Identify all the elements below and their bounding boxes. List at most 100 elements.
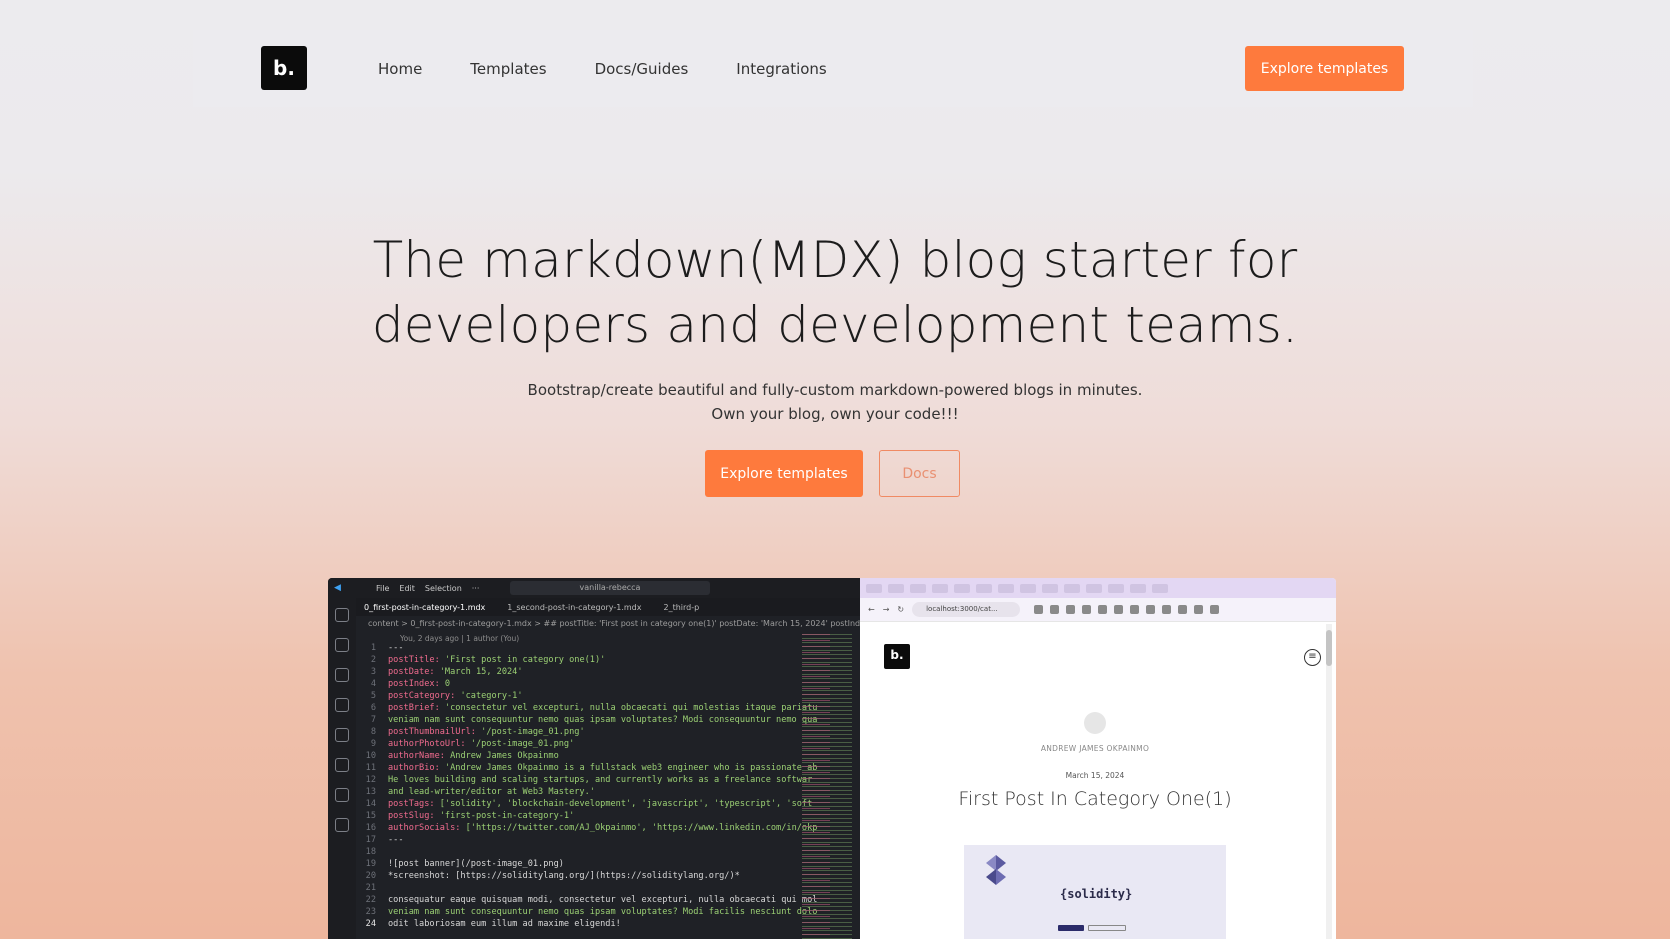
line-number: 2: [370, 655, 376, 665]
post-banner-image: {solidity}: [964, 845, 1226, 939]
line-text: authorPhotoUrl: '/post-image_01.png': [388, 738, 574, 750]
line-text: authorSocials: ['https://twitter.com/AJ_…: [388, 822, 817, 834]
author-avatar: [1084, 712, 1106, 734]
extension-icon: [1066, 605, 1076, 614]
browser-tab: [1108, 583, 1124, 593]
code-line: 21: [356, 882, 826, 894]
line-text: *screenshot: [https://soliditylang.org/]…: [388, 871, 740, 881]
line-number: 11: [365, 763, 376, 773]
line-text: postIndex: 0: [388, 678, 450, 690]
hero-explore-templates-button[interactable]: Explore templates: [705, 450, 863, 497]
browser-tab: [998, 583, 1014, 593]
browser-tab: [1020, 583, 1036, 593]
yaml-key: postThumbnailUrl:: [388, 727, 476, 737]
browser-mock: ← → ↻ localhost:3000/cat... b. ≡ ANDREW …: [860, 578, 1336, 939]
line-text: postThumbnailUrl: '/post-image_01.png': [388, 726, 585, 738]
line-text: postDate: 'March 15, 2024': [388, 666, 523, 678]
hero-title-line-2: developers and development teams.: [371, 296, 1299, 354]
nav-link-templates[interactable]: Templates: [470, 60, 546, 78]
line-number: 24: [365, 919, 376, 929]
line-number: 3: [370, 667, 376, 677]
banner-mini-button: [1088, 925, 1126, 931]
editor-breadcrumb: content > 0_first-post-in-category-1.mdx…: [368, 619, 860, 628]
code-line: 17 ---: [356, 834, 826, 846]
extension-icon: [1146, 605, 1156, 614]
banner-mini-button: [1058, 925, 1084, 931]
browser-tab-strip: [860, 578, 1336, 598]
solidity-logo-icon: [986, 855, 1006, 885]
code-line: 20 *screenshot: [https://soliditylang.org…: [356, 870, 826, 882]
browser-tab: [1152, 583, 1168, 593]
yaml-key: postBrief:: [388, 703, 440, 713]
nav-link-docs-guides[interactable]: Docs/Guides: [595, 60, 689, 78]
nav-links: Home Templates Docs/Guides Integrations: [378, 30, 827, 107]
code-line: 6 postBrief: 'consectetur vel excepturi, …: [356, 702, 826, 714]
editor-tabs: 0_first-post-in-category-1.mdx 1_second-…: [328, 598, 860, 616]
browser-tab: [866, 583, 882, 593]
line-number: 13: [365, 787, 376, 797]
extension-icon: [1034, 605, 1044, 614]
editor-menu-file: File: [376, 583, 390, 593]
yaml-value: 'March 15, 2024': [434, 667, 523, 677]
code-editor-mock: ◀ File Edit Selection ··· vanilla-rebecc…: [328, 578, 860, 939]
extension-icon: [1098, 605, 1108, 614]
editor-menu-edit: Edit: [399, 583, 415, 593]
browser-tab: [888, 583, 904, 593]
line-text: and lead-writer/editor at Web3 Mastery.': [388, 787, 595, 797]
yaml-value: Andrew James Okpainmo: [444, 751, 559, 761]
editor-tab: 1_second-post-in-category-1.mdx: [507, 602, 642, 612]
line-number: 9: [370, 739, 376, 749]
vscode-icon: ◀: [334, 583, 341, 593]
line-number: 15: [365, 811, 376, 821]
account-icon: [335, 818, 349, 832]
nav-explore-templates-button[interactable]: Explore templates: [1245, 46, 1404, 91]
editor-tab: 0_first-post-in-category-1.mdx: [364, 602, 486, 612]
yaml-key: postTitle:: [388, 655, 440, 665]
editor-minimap-highlights: [802, 634, 830, 939]
code-line: 10 authorName: Andrew James Okpainmo: [356, 750, 826, 762]
extension-icon: [1162, 605, 1172, 614]
line-number: 7: [370, 715, 376, 725]
extension-icon: [1082, 605, 1092, 614]
brand-logo[interactable]: b.: [261, 46, 307, 90]
yaml-key: authorPhotoUrl:: [388, 739, 466, 749]
code-line: 5 postCategory: 'category-1': [356, 690, 826, 702]
code-line: 16 authorSocials: ['https://twitter.com/A…: [356, 822, 826, 834]
yaml-key: postSlug:: [388, 811, 435, 821]
line-number: 10: [365, 751, 376, 761]
yaml-value: 'Andrew James Okpainmo is a fullstack we…: [439, 763, 818, 773]
line-text: postSlug: 'first-post-in-category-1': [388, 810, 574, 822]
code-line: 19 ![post banner](/post-image_01.png): [356, 858, 826, 870]
browser-tab: [1042, 583, 1058, 593]
address-bar: localhost:3000/cat...: [912, 602, 1021, 617]
editor-titlebar: ◀ File Edit Selection ··· vanilla-rebecc…: [328, 578, 860, 598]
explorer-icon: [335, 608, 349, 622]
line-text: postBrief: 'consectetur vel excepturi, n…: [388, 702, 817, 714]
line-number: 4: [370, 679, 376, 689]
hero-docs-button[interactable]: Docs: [879, 450, 960, 497]
line-number: 19: [365, 859, 376, 869]
editor-menu-selection: Selection: [424, 583, 462, 593]
hero-subtitle-line-1: Bootstrap/create beautiful and fully-cus…: [527, 381, 1143, 399]
nav-link-integrations[interactable]: Integrations: [736, 60, 826, 78]
debug-icon: [335, 698, 349, 712]
yaml-key: postCategory:: [388, 691, 456, 701]
hero-buttons: Explore templates Docs: [705, 450, 960, 497]
yaml-value: 'First post in category one(1)': [439, 655, 606, 665]
yaml-key: authorSocials:: [388, 823, 461, 833]
editor-activity-bar: [328, 598, 356, 939]
search-icon: [335, 638, 349, 652]
line-number: 5: [370, 691, 376, 701]
line-text: ![post banner](/post-image_01.png): [388, 859, 564, 869]
line-number: 20: [365, 871, 376, 881]
browser-tab: [1064, 583, 1080, 593]
line-number: 6: [370, 703, 376, 713]
code-line: 3 postDate: 'March 15, 2024': [356, 666, 826, 678]
code-line: 7 veniam nam sunt consequuntur nemo quas …: [356, 714, 826, 726]
code-line: 18: [356, 846, 826, 858]
line-text: ---: [388, 643, 404, 653]
extension-icon: [1210, 605, 1220, 614]
extensions-icon: [335, 728, 349, 742]
nav-link-home[interactable]: Home: [378, 60, 422, 78]
code-line: 9 authorPhotoUrl: '/post-image_01.png': [356, 738, 826, 750]
